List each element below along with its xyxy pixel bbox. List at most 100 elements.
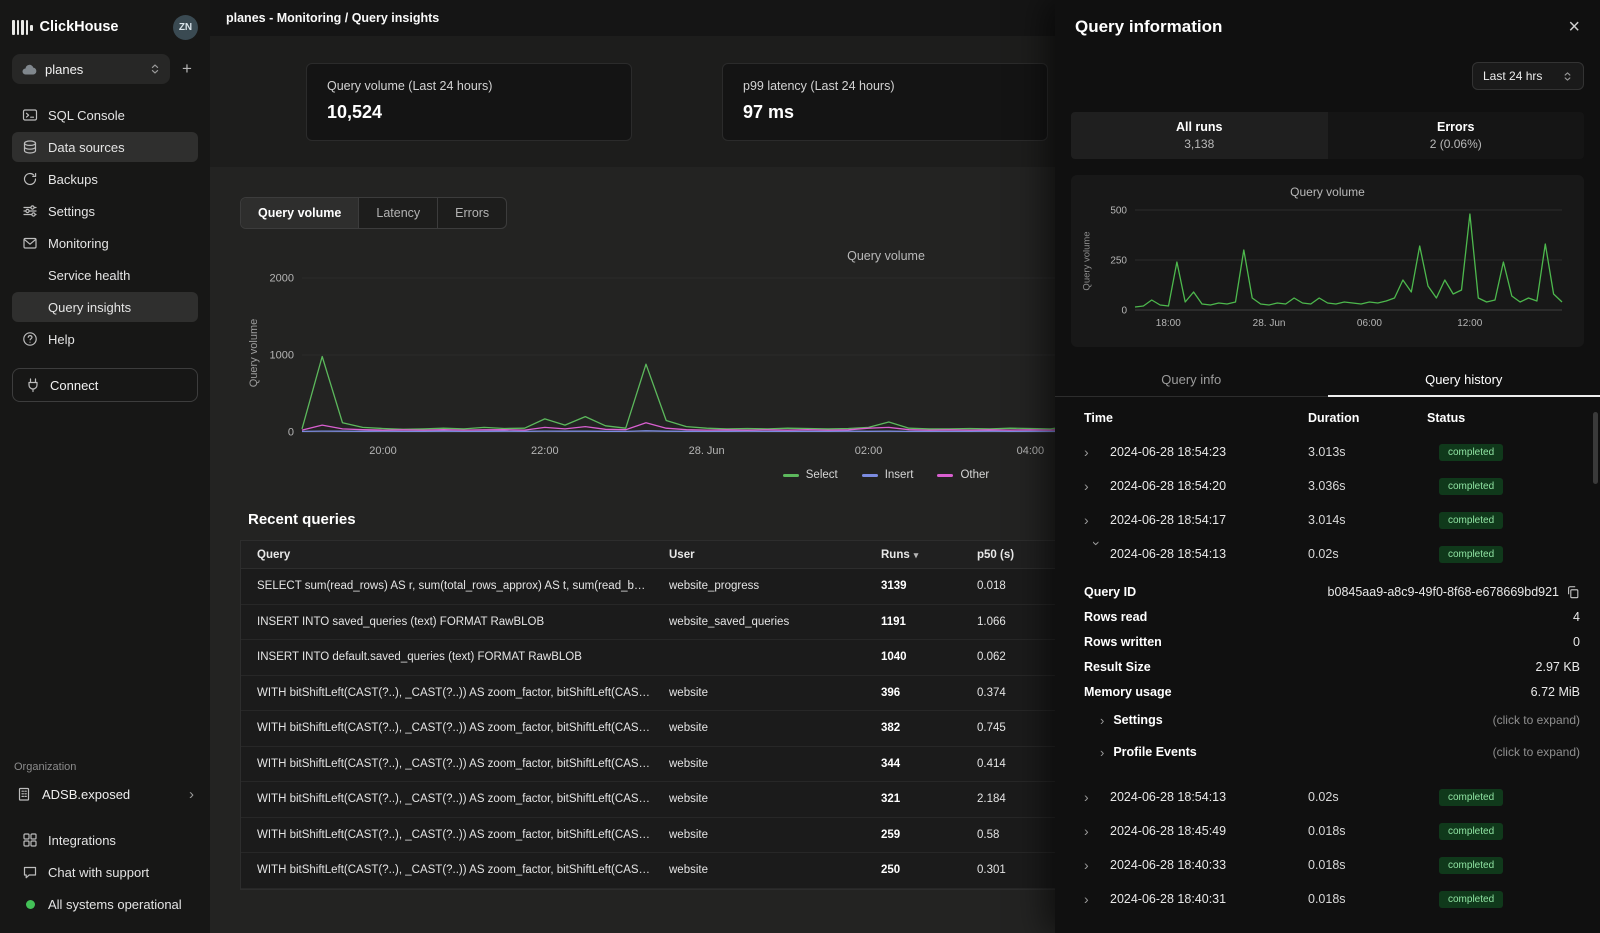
run-timestamp: 2024-06-28 18:54:20 (1110, 479, 1308, 493)
footer-label: Integrations (48, 833, 116, 848)
add-service-button[interactable]: + (176, 59, 198, 79)
svg-text:0: 0 (288, 427, 294, 439)
tab-errors-count[interactable]: Errors 2 (0.06%) (1328, 112, 1585, 159)
svg-text:250: 250 (1110, 256, 1127, 267)
runs-cell: 259 (881, 829, 977, 841)
stat-label: p99 latency (Last 24 hours) (743, 79, 1027, 93)
chevron-right-icon[interactable]: › (1084, 478, 1110, 494)
integrations-icon (22, 832, 38, 848)
restore-icon (22, 171, 38, 187)
time-range-select[interactable]: Last 24 hrs (1472, 62, 1584, 90)
history-row[interactable]: ›2024-06-28 18:40:330.018scompleted (1055, 848, 1600, 882)
history-row[interactable]: ›2024-06-28 18:54:173.014scompleted (1055, 503, 1600, 537)
avatar[interactable]: ZN (173, 15, 198, 40)
detail-label: Rows written (1084, 635, 1162, 649)
sidebar-item-chat-support[interactable]: Chat with support (12, 857, 198, 887)
detail-label: Result Size (1084, 660, 1151, 674)
tab-query-history[interactable]: Query history (1328, 363, 1600, 396)
chevron-right-icon[interactable]: › (1084, 444, 1110, 460)
run-timestamp: 2024-06-28 18:54:13 (1110, 547, 1308, 561)
chevron-down-icon[interactable]: › (1089, 541, 1105, 567)
drawer-tab-group: Query info Query history (1055, 363, 1600, 397)
sidebar-item-query-insights[interactable]: Query insights (12, 292, 198, 322)
run-timestamp: 2024-06-28 18:40:33 (1110, 858, 1308, 872)
query-cell: WITH bitShiftLeft(CAST(?..), _CAST(?..))… (241, 758, 669, 770)
system-status[interactable]: All systems operational (12, 889, 198, 919)
chevron-right-icon[interactable]: › (1100, 745, 1104, 760)
chevron-right-icon: › (189, 786, 194, 803)
scrollbar-thumb[interactable] (1593, 412, 1598, 484)
history-row[interactable]: ›2024-06-28 18:45:490.018scompleted (1055, 814, 1600, 848)
detail-value: b0845aa9-a8c9-49f0-8f68-e678669bd921 (1328, 585, 1580, 599)
column-header-time: Time (1084, 411, 1308, 425)
detail-row-settings[interactable]: ›Settings(click to expand) (1084, 704, 1580, 736)
detail-row-query-id: Query IDb0845aa9-a8c9-49f0-8f68-e678669b… (1084, 579, 1580, 604)
chart-y-axis-label: Query volume (1082, 231, 1093, 290)
tab-all-runs[interactable]: All runs 3,138 (1071, 112, 1328, 159)
run-status: completed (1427, 444, 1600, 461)
run-status: completed (1427, 823, 1600, 840)
sidebar-item-sql-console[interactable]: SQL Console (12, 100, 198, 130)
clickhouse-logo-icon (12, 19, 33, 35)
detail-value: 2.97 KB (1536, 660, 1580, 674)
chevron-right-icon[interactable]: › (1084, 857, 1110, 873)
close-icon[interactable]: × (1568, 17, 1580, 37)
chevron-right-icon[interactable]: › (1084, 891, 1110, 907)
select-chevrons-icon (149, 62, 161, 76)
detail-value: (click to expand) (1493, 713, 1580, 727)
column-header-user[interactable]: User (669, 549, 881, 561)
chart-tab-group: Query volume Latency Errors (240, 197, 507, 229)
history-row[interactable]: ›2024-06-28 18:54:130.02scompleted (1055, 537, 1600, 571)
organization-selector[interactable]: ADSB.exposed › (12, 779, 198, 809)
history-row[interactable]: ›2024-06-28 18:54:203.036scompleted (1055, 469, 1600, 503)
tab-query-volume[interactable]: Query volume (241, 198, 359, 228)
history-row[interactable]: ›2024-06-28 18:54:233.013scompleted (1055, 435, 1600, 469)
tab-errors[interactable]: Errors (438, 198, 506, 228)
query-cell: WITH bitShiftLeft(CAST(?..), _CAST(?..))… (241, 687, 669, 699)
chart-y-axis-label: Query volume (248, 319, 260, 387)
svg-text:12:00: 12:00 (1457, 318, 1482, 329)
legend-item-other[interactable]: Other (937, 469, 989, 481)
chevron-right-icon[interactable]: › (1084, 512, 1110, 528)
status-badge: completed (1439, 789, 1503, 806)
service-selector[interactable]: planes (12, 54, 170, 84)
drawer-query-volume-chart: Query volume Query volume 025050018:0028… (1071, 175, 1584, 347)
sidebar-item-integrations[interactable]: Integrations (12, 825, 198, 855)
organization-label: Organization (14, 761, 198, 773)
run-timestamp: 2024-06-28 18:54:13 (1110, 790, 1308, 804)
column-header-query[interactable]: Query (241, 549, 669, 561)
tab-latency[interactable]: Latency (359, 198, 438, 228)
nav-label: Data sources (48, 140, 125, 155)
svg-text:02:00: 02:00 (855, 445, 883, 457)
status-badge: completed (1439, 823, 1503, 840)
runs-cell: 3139 (881, 580, 977, 592)
chevron-right-icon[interactable]: › (1084, 789, 1110, 805)
service-name: planes (45, 62, 141, 77)
legend-item-insert[interactable]: Insert (862, 469, 914, 481)
runs-cell: 1191 (881, 616, 977, 628)
legend-item-select[interactable]: Select (783, 469, 838, 481)
column-header-runs[interactable]: Runs▾ (881, 549, 977, 561)
run-status: completed (1427, 478, 1600, 495)
sidebar-item-data-sources[interactable]: Data sources (12, 132, 198, 162)
sidebar-item-help[interactable]: Help (12, 324, 198, 354)
sliders-icon (22, 203, 38, 219)
detail-value: (click to expand) (1493, 745, 1580, 759)
run-status: completed (1427, 857, 1600, 874)
copy-icon[interactable] (1566, 585, 1580, 599)
svg-text:20:00: 20:00 (369, 445, 397, 457)
svg-text:0: 0 (1121, 306, 1127, 317)
history-row[interactable]: ›2024-06-28 18:54:130.02scompleted (1055, 780, 1600, 814)
sidebar-item-service-health[interactable]: Service health (12, 260, 198, 290)
detail-row-profile-events[interactable]: ›Profile Events(click to expand) (1084, 736, 1580, 768)
chevron-right-icon[interactable]: › (1100, 713, 1104, 728)
svg-text:28. Jun: 28. Jun (1253, 318, 1286, 329)
sidebar-item-settings[interactable]: Settings (12, 196, 198, 226)
connect-button[interactable]: Connect (12, 368, 198, 402)
tab-query-info[interactable]: Query info (1055, 363, 1328, 396)
sidebar-item-backups[interactable]: Backups (12, 164, 198, 194)
chevron-right-icon[interactable]: › (1084, 823, 1110, 839)
history-row[interactable]: ›2024-06-28 18:40:310.018scompleted (1055, 882, 1600, 916)
sidebar-item-monitoring[interactable]: Monitoring (12, 228, 198, 258)
detail-value: 4 (1573, 610, 1580, 624)
